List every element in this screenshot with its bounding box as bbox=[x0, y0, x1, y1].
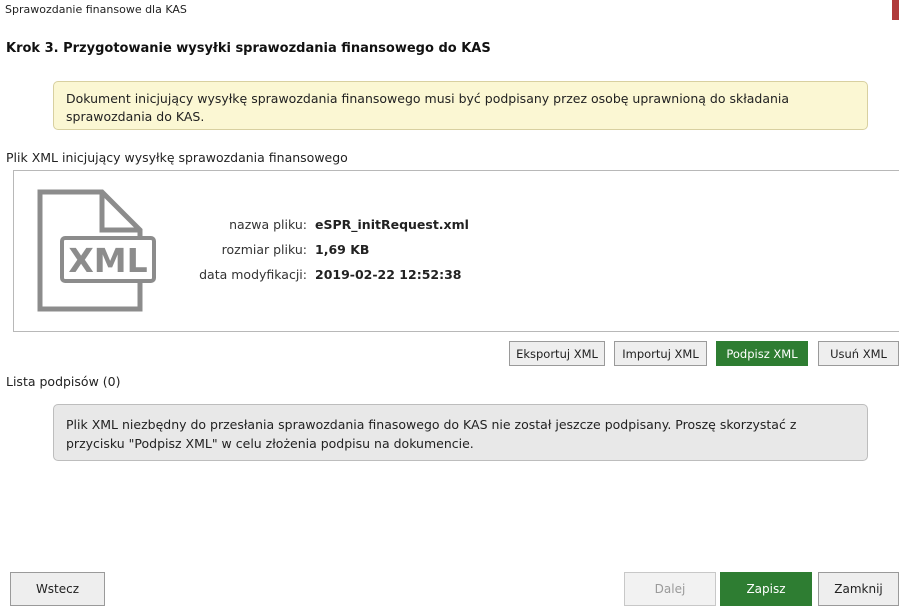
next-button[interactable]: Dalej bbox=[624, 572, 716, 606]
window-close-indicator[interactable] bbox=[892, 0, 899, 20]
file-size-value: 1,69 KB bbox=[315, 242, 370, 257]
xml-section-label: Plik XML inicjujący wysyłkę sprawozdania… bbox=[6, 150, 348, 165]
info-message-text: Dokument inicjujący wysyłkę sprawozdania… bbox=[66, 91, 790, 124]
signature-note-text: Plik XML niezbędny do przesłania sprawoz… bbox=[66, 417, 797, 451]
file-size-row: rozmiar pliku: 1,69 KB bbox=[14, 242, 899, 260]
title-bar: Sprawozdanie finansowe dla KAS bbox=[0, 0, 899, 20]
sign-xml-button[interactable]: Podpisz XML bbox=[716, 341, 808, 366]
file-name-row: nazwa pliku: eSPR_initRequest.xml bbox=[14, 217, 899, 235]
remove-xml-button[interactable]: Usuń XML bbox=[818, 341, 899, 366]
file-date-label: data modyfikacji: bbox=[199, 267, 307, 282]
back-button[interactable]: Wstecz bbox=[10, 572, 105, 606]
xml-file-panel: XML nazwa pliku: eSPR_initRequest.xml ro… bbox=[13, 170, 899, 332]
signature-note-box: Plik XML niezbędny do przesłania sprawoz… bbox=[53, 404, 868, 461]
page-title: Krok 3. Przygotowanie wysyłki sprawozdan… bbox=[6, 41, 491, 56]
import-xml-button[interactable]: Importuj XML bbox=[614, 341, 707, 366]
file-name-value: eSPR_initRequest.xml bbox=[315, 217, 469, 232]
file-date-value: 2019-02-22 12:52:38 bbox=[315, 267, 462, 282]
signatures-label: Lista podpisów (0) bbox=[6, 374, 121, 389]
info-message-box: Dokument inicjujący wysyłkę sprawozdania… bbox=[53, 81, 868, 130]
close-button[interactable]: Zamknij bbox=[818, 572, 899, 606]
export-xml-button[interactable]: Eksportuj XML bbox=[509, 341, 605, 366]
file-date-row: data modyfikacji: 2019-02-22 12:52:38 bbox=[14, 267, 899, 285]
file-name-label: nazwa pliku: bbox=[229, 217, 307, 232]
file-size-label: rozmiar pliku: bbox=[221, 242, 307, 257]
save-button[interactable]: Zapisz bbox=[720, 572, 812, 606]
window-title: Sprawozdanie finansowe dla KAS bbox=[5, 3, 187, 16]
